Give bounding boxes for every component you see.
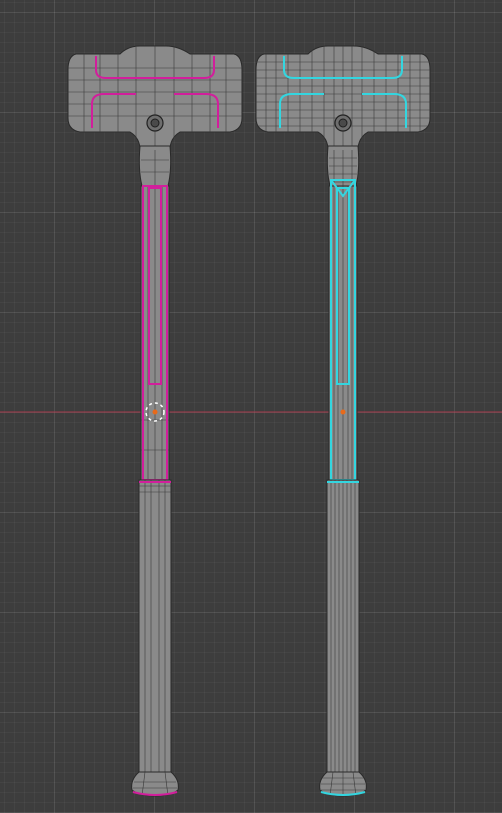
object-origin xyxy=(152,409,158,415)
eye-hole xyxy=(338,118,348,128)
hammer-left[interactable] xyxy=(67,45,243,797)
hammer-right[interactable] xyxy=(255,45,431,797)
viewport-scene[interactable] xyxy=(0,0,502,813)
object-origin xyxy=(340,409,346,415)
3d-viewport[interactable] xyxy=(0,0,502,813)
eye-hole xyxy=(150,118,160,128)
handle-grip[interactable] xyxy=(138,479,172,773)
